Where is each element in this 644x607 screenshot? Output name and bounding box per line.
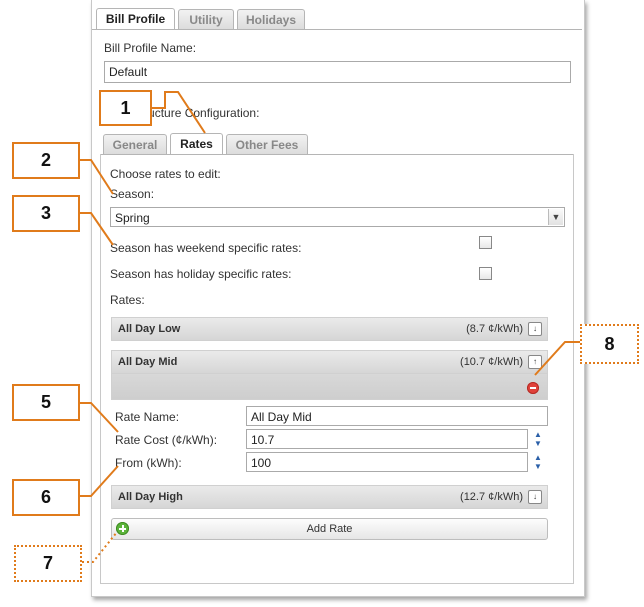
expand-icon[interactable]: ↓ <box>528 322 542 336</box>
season-select-value: Spring <box>115 211 150 225</box>
from-kwh-label: From (kWh): <box>115 456 182 470</box>
rate-cost-label: Rate Cost (¢/kWh): <box>115 433 218 447</box>
rate-cost-stepper[interactable]: ▲ ▼ <box>532 430 544 448</box>
rate-name-input[interactable]: All Day Mid <box>246 406 548 426</box>
rate-cost-input[interactable]: 10.7 <box>246 429 528 449</box>
rate-item-cost: (8.7 ¢/kWh) <box>466 323 523 335</box>
season-select[interactable]: Spring ▼ <box>110 207 565 227</box>
holiday-rates-label: Season has holiday specific rates: <box>110 267 292 281</box>
callout-2: 2 <box>12 142 80 179</box>
rate-item-name: All Day Low <box>118 323 181 335</box>
bill-profile-name-label: Bill Profile Name: <box>104 41 197 55</box>
decrement-icon[interactable]: ▼ <box>532 439 544 448</box>
tab-rates[interactable]: Rates <box>170 133 223 155</box>
top-tab-divider <box>92 29 582 30</box>
tab-utility[interactable]: Utility <box>178 9 234 29</box>
remove-rate-icon[interactable] <box>527 382 539 394</box>
callout-5: 5 <box>12 384 80 421</box>
callout-3: 3 <box>12 195 80 232</box>
from-kwh-stepper[interactable]: ▲ ▼ <box>532 453 544 471</box>
callout-7: 7 <box>14 545 82 582</box>
add-rate-label: Add Rate <box>306 523 353 535</box>
callout-8: 8 <box>580 324 639 364</box>
increment-icon[interactable]: ▲ <box>532 453 544 462</box>
callout-6: 6 <box>12 479 80 516</box>
rate-item-name: All Day Mid <box>118 356 178 368</box>
increment-icon[interactable]: ▲ <box>532 430 544 439</box>
tab-bill-profile[interactable]: Bill Profile <box>96 8 175 30</box>
tab-holidays[interactable]: Holidays <box>237 9 305 29</box>
decrement-icon[interactable]: ▼ <box>532 462 544 471</box>
add-rate-button[interactable]: Add Rate <box>111 518 548 540</box>
rate-item-name: All Day High <box>118 491 183 503</box>
holiday-rates-checkbox[interactable] <box>479 267 492 280</box>
choose-rates-label: Choose rates to edit: <box>110 167 221 181</box>
rate-item-cost: (12.7 ¢/kWh) <box>460 491 523 503</box>
minus-bar <box>530 387 536 389</box>
bill-profile-name-input[interactable]: Default <box>104 61 571 83</box>
rate-item-all-day-mid[interactable]: All Day Mid (10.7 ¢/kWh) ↑ <box>111 350 548 374</box>
weekend-rates-checkbox[interactable] <box>479 236 492 249</box>
rate-editor-toolbar <box>111 374 548 400</box>
rate-item-all-day-high[interactable]: All Day High (12.7 ¢/kWh) ↓ <box>111 485 548 509</box>
chevron-down-icon[interactable]: ▼ <box>548 209 563 225</box>
expand-icon[interactable]: ↓ <box>528 490 542 504</box>
collapse-icon[interactable]: ↑ <box>528 355 542 369</box>
callout-1: 1 <box>99 90 152 126</box>
rates-label: Rates: <box>110 293 145 307</box>
rate-item-cost: (10.7 ¢/kWh) <box>460 356 523 368</box>
tab-general[interactable]: General <box>103 134 167 154</box>
season-label: Season: <box>110 187 155 201</box>
weekend-rates-label: Season has weekend specific rates: <box>110 241 302 255</box>
tab-other-fees[interactable]: Other Fees <box>226 134 308 154</box>
rate-item-all-day-low[interactable]: All Day Low (8.7 ¢/kWh) ↓ <box>111 317 548 341</box>
rate-name-label: Rate Name: <box>115 410 180 424</box>
from-kwh-input[interactable]: 100 <box>246 452 528 472</box>
